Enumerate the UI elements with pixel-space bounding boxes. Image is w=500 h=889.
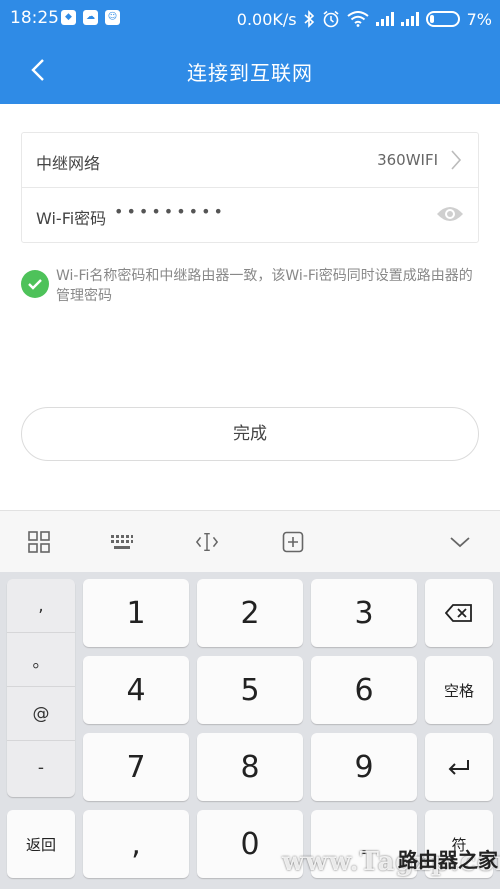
status-indicators: 0.00K/s 7% <box>237 8 492 30</box>
net-speed: 0.00K/s <box>236 9 297 29</box>
plus-box-icon[interactable] <box>281 530 305 554</box>
key-period-cn[interactable]: 。 <box>7 633 75 687</box>
status-time: 18:25 <box>10 8 59 28</box>
done-button[interactable]: 完成 <box>21 407 479 461</box>
wifi-password-input[interactable]: ••••••••• <box>114 202 226 221</box>
relay-network-label: 中继网络 <box>36 154 101 173</box>
key-dash[interactable]: - <box>7 741 75 795</box>
key-5[interactable]: 5 <box>197 656 303 724</box>
comma-key[interactable]: , <box>83 810 189 878</box>
wifi-icon <box>346 11 369 27</box>
keyboard-icon[interactable] <box>110 530 134 554</box>
shield-app-icon: ◆ <box>61 10 76 25</box>
key-3[interactable]: 3 <box>311 579 417 647</box>
note-text: Wi-Fi名称密码和中继路由器一致，该Wi-Fi密码同时设置成路由器的管理密码 <box>56 268 473 304</box>
grid-icon[interactable] <box>27 530 51 554</box>
key-6[interactable]: 6 <box>311 656 417 724</box>
punctuation-column: , 。 @ - <box>7 579 75 797</box>
chevron-right-icon <box>451 150 462 170</box>
wifi-password-label: Wi-Fi密码 <box>36 209 107 228</box>
relay-network-value: 360WIFI <box>377 151 438 169</box>
key-1[interactable]: 1 <box>83 579 189 647</box>
eye-icon[interactable] <box>436 205 464 223</box>
space-key[interactable]: 空格 <box>425 656 493 724</box>
cursor-icon[interactable] <box>195 530 219 554</box>
battery-level: 7% <box>466 9 492 29</box>
alarm-icon <box>323 10 339 28</box>
status-bar: 18:25 ◆ ☁ ☺ 0.00K/s 7% <box>0 0 500 38</box>
key-7[interactable]: 7 <box>83 733 189 801</box>
backspace-icon <box>445 604 472 622</box>
delete-key[interactable] <box>425 579 493 647</box>
android-app-icon: ☺ <box>105 10 120 25</box>
keyboard-toolbar <box>0 510 500 572</box>
chevron-down-icon[interactable] <box>448 530 472 554</box>
signal-2-icon <box>400 12 419 26</box>
key-9[interactable]: 9 <box>311 733 417 801</box>
key-8[interactable]: 8 <box>197 733 303 801</box>
connection-form: 中继网络 360WIFI Wi-Fi密码 ••••••••• <box>21 132 479 243</box>
key-at[interactable]: @ <box>7 687 75 741</box>
back-key[interactable]: 返回 <box>7 810 75 878</box>
wifi-password-row: Wi-Fi密码 ••••••••• <box>22 188 478 243</box>
key-comma-cn[interactable]: , <box>7 579 75 633</box>
check-icon[interactable] <box>21 270 49 298</box>
relay-network-row[interactable]: 中继网络 360WIFI <box>22 133 478 188</box>
battery-icon <box>425 11 460 27</box>
key-2[interactable]: 2 <box>197 579 303 647</box>
title-bar: 连接到互联网 <box>0 38 500 104</box>
cloud-app-icon: ☁ <box>83 10 98 25</box>
number-keyboard: , 。 @ - 1 2 3 4 5 6 空格 7 8 9 返回 , 0 . 符 <box>0 572 500 889</box>
enter-icon <box>448 760 469 775</box>
page-title: 连接到互联网 <box>187 61 313 85</box>
signal-icon <box>375 12 394 26</box>
key-4[interactable]: 4 <box>83 656 189 724</box>
enter-key[interactable] <box>425 733 493 801</box>
app-header: 18:25 ◆ ☁ ☺ 0.00K/s 7% 连接到互联网 <box>0 0 500 104</box>
bluetooth-icon <box>304 10 314 28</box>
watermark-chinese: 路由器之家 <box>398 848 498 872</box>
